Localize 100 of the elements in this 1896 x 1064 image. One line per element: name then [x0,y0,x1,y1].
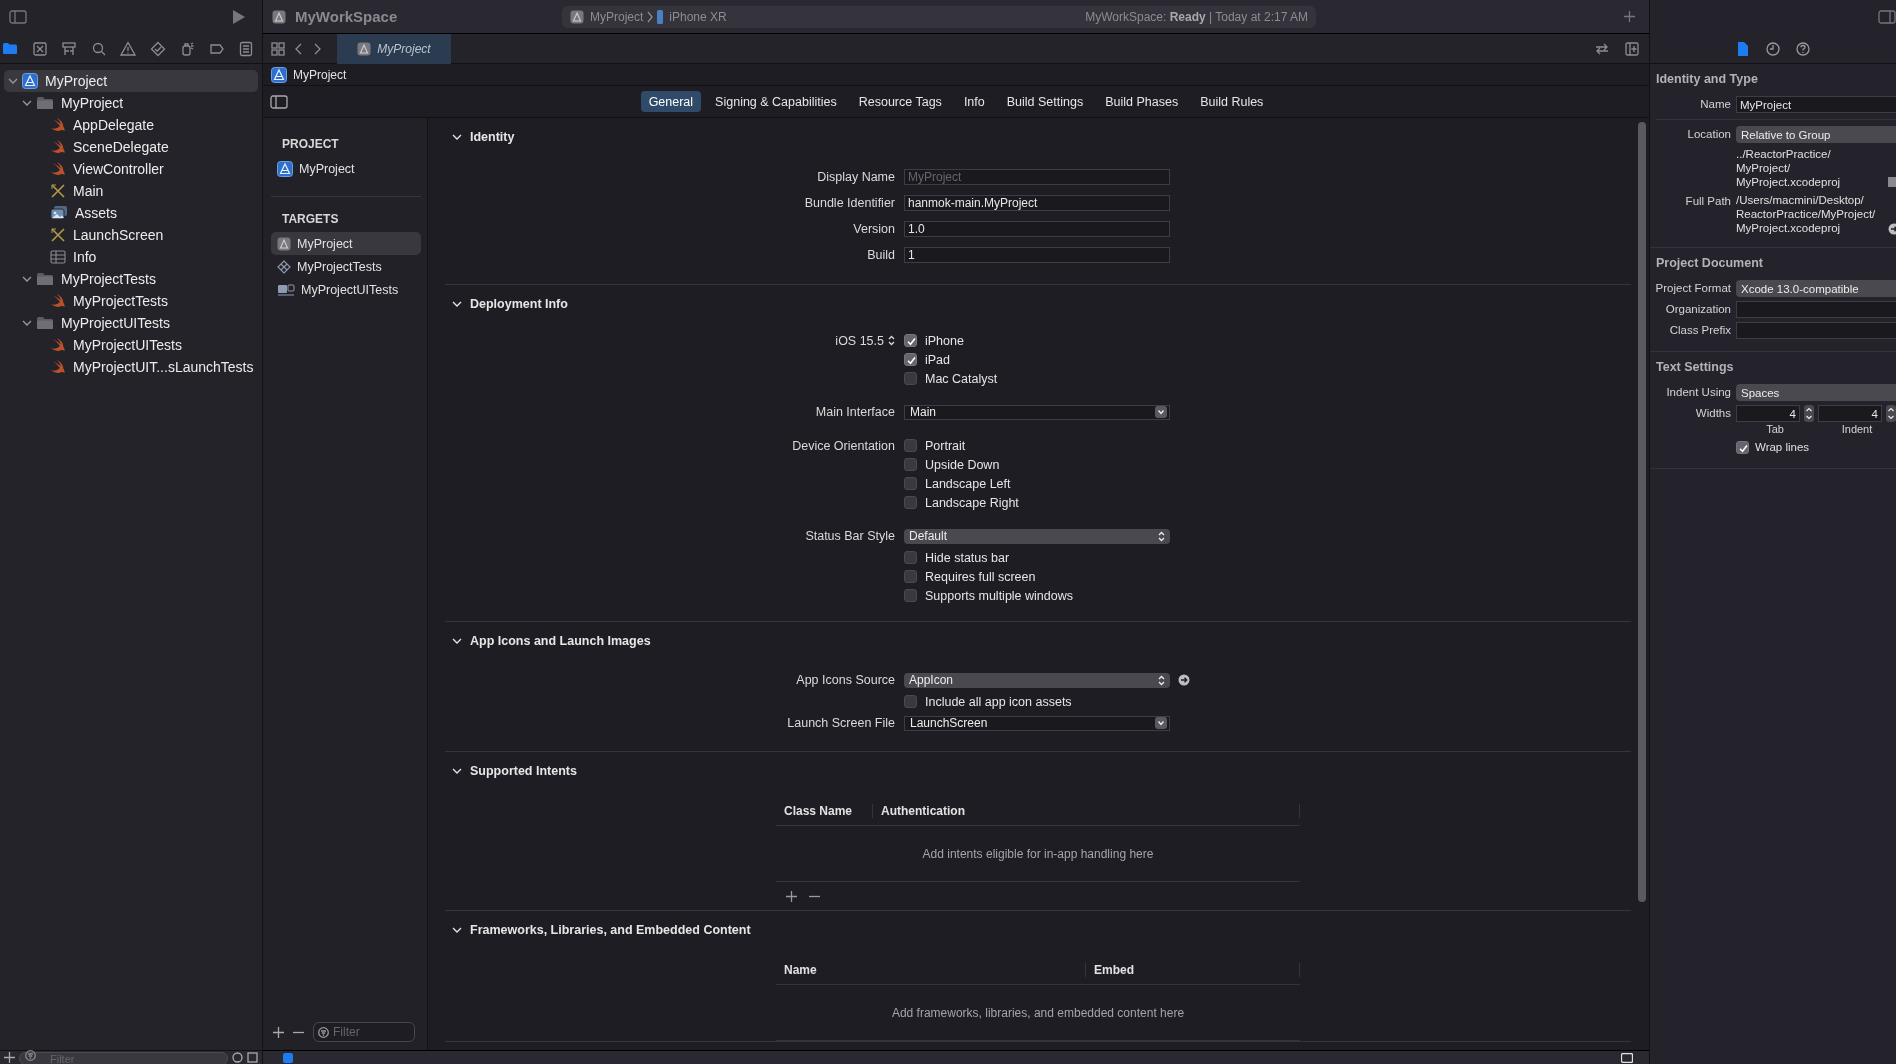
settings-tab[interactable]: Resource Tags [850,91,950,112]
section-header[interactable]: Frameworks, Libraries, and Embedded Content [445,911,757,949]
jump-bar-item[interactable]: MyProject [271,66,347,83]
stepper-icon[interactable] [1886,405,1896,422]
disclosure-chevron-icon[interactable] [452,132,462,142]
checkbox[interactable] [904,353,917,366]
section-header[interactable]: Deployment Info [445,285,574,323]
add-icon[interactable] [1624,11,1635,22]
popup-button[interactable]: Relative to Group [1736,126,1896,143]
section-header[interactable]: App Icons and Launch Images [445,622,657,660]
panel-toggle-icon[interactable] [1621,1052,1633,1063]
settings-tab[interactable]: Info [955,91,993,112]
section-header[interactable]: Identity [445,118,521,156]
debug-area-icon[interactable] [283,1052,293,1063]
combo-box[interactable]: Main [904,404,1170,420]
report-icon[interactable] [238,40,254,57]
grid-icon[interactable] [247,1052,258,1063]
run-icon[interactable] [232,9,246,25]
checkbox[interactable] [904,477,917,490]
checkbox[interactable] [904,496,917,509]
tree-file-item[interactable]: LaunchScreen [4,224,258,246]
disclosure-chevron-icon[interactable] [452,925,462,935]
tree-group-item[interactable]: MyProjectTests [4,268,258,290]
text-field[interactable]: MyProject [1736,96,1896,113]
hierarchy-icon[interactable] [61,40,77,57]
checkbox[interactable] [904,589,917,602]
tree-file-item[interactable]: MyProjectUIT...sLaunchTests [4,356,258,378]
settings-tab[interactable]: General [640,91,702,112]
add-icon[interactable] [4,1052,15,1063]
settings-tab[interactable]: Signing & Capabilities [707,91,845,112]
text-field[interactable]: hanmok-main.MyProject [904,195,1170,211]
disclosure-chevron-icon[interactable] [22,318,32,328]
number-field[interactable]: 4 [1818,405,1882,422]
disclosure-chevron-icon[interactable] [22,274,32,284]
tree-file-item[interactable]: Main [4,180,258,202]
debug-icon[interactable] [179,40,195,57]
forward-icon[interactable] [313,42,321,55]
project-item[interactable]: MyProject [271,157,421,180]
disclosure-chevron-icon[interactable] [452,766,462,776]
popup-button[interactable]: Xcode 13.0-compatible [1736,280,1896,297]
disclosure-chevron-icon[interactable] [22,98,32,108]
text-field[interactable]: MyProject [904,169,1170,185]
back-icon[interactable] [295,42,303,55]
popup-button[interactable]: Spaces [1736,384,1896,401]
warning-icon[interactable] [120,40,136,57]
folder-icon[interactable] [2,40,18,57]
inspector-toggle-icon[interactable] [1878,10,1896,24]
checkbox[interactable] [904,372,917,385]
tree-group-item[interactable]: MyProjectUITests [4,312,258,334]
source-control-icon[interactable] [31,40,48,57]
destination-button[interactable]: iPhone XR [657,9,727,24]
grid-view-icon[interactable] [271,41,285,56]
tree-file-item[interactable]: Info [4,246,258,268]
settings-tab[interactable]: Build Phases [1097,91,1187,112]
popup-button[interactable]: Default [904,528,1170,544]
checkbox[interactable] [904,334,917,347]
add-icon[interactable] [786,890,797,902]
sidebar-toggle-icon[interactable] [9,10,27,24]
search-icon[interactable] [90,40,107,57]
deployment-target-popup[interactable]: iOS 15.5 [835,333,895,348]
tree-group-item[interactable]: MyProject [4,70,258,92]
file-icon[interactable] [1735,40,1751,57]
checkbox[interactable] [904,551,917,564]
arrow-circle-icon[interactable] [1178,674,1190,686]
clock-icon[interactable] [232,1052,243,1063]
checkbox[interactable] [1736,441,1749,454]
editor-tab[interactable]: MyProject [337,33,451,64]
tree-file-item[interactable]: Assets [4,202,258,224]
tree-file-item[interactable]: SceneDelegate [4,136,258,158]
combo-box[interactable]: LaunchScreen [904,715,1170,731]
target-item[interactable]: MyProject [271,232,421,255]
add-icon[interactable] [273,1026,284,1038]
scheme-button[interactable]: MyProject [570,9,644,24]
history-icon[interactable] [1765,40,1781,57]
stepper-icon[interactable] [1804,405,1814,422]
settings-tab[interactable]: Build Rules [1192,91,1272,112]
sidebar-toggle-icon[interactable] [270,95,288,109]
disclosure-chevron-icon[interactable] [452,636,462,646]
popup-button[interactable]: AppIcon [904,672,1170,688]
text-field[interactable]: 1 [904,247,1170,263]
disclosure-chevron-icon[interactable] [452,299,462,309]
filter-field[interactable]: Filter [313,1022,415,1042]
settings-tab[interactable]: Build Settings [998,91,1092,112]
target-item[interactable]: MyProjectUITests [271,278,421,301]
checkbox[interactable] [904,695,917,708]
tree-file-item[interactable]: MyProjectTests [4,290,258,312]
tree-file-item[interactable]: AppDelegate [4,114,258,136]
tree-file-item[interactable]: ViewController [4,158,258,180]
checkbox[interactable] [904,439,917,452]
tree-file-item[interactable]: MyProjectUITests [4,334,258,356]
text-field[interactable]: 1.0 [904,221,1170,237]
swap-icon[interactable] [1595,42,1609,55]
tree-group-item[interactable]: MyProject [4,92,258,114]
checkbox[interactable] [904,570,917,583]
checkbox[interactable] [904,458,917,471]
target-item[interactable]: MyProjectTests [271,255,421,278]
add-editor-icon[interactable] [1625,41,1639,56]
number-field[interactable]: 4 [1736,405,1800,422]
test-icon[interactable] [149,40,166,57]
section-header[interactable]: Supported Intents [445,752,583,790]
